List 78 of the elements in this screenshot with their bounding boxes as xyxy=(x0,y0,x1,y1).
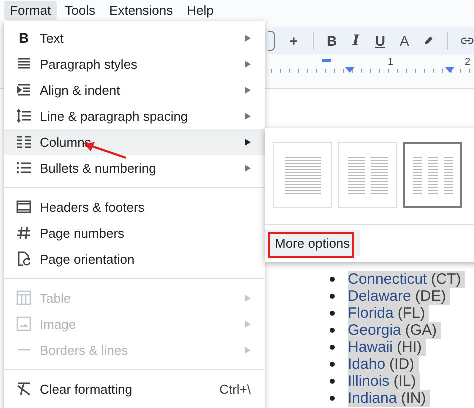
lines-icon xyxy=(16,56,32,72)
menu-item-label: Image xyxy=(40,316,78,332)
state-link[interactable]: Florida xyxy=(348,305,394,322)
table-icon xyxy=(16,290,32,306)
menu-item[interactable]: Paragraph styles xyxy=(4,51,265,77)
state-link[interactable]: Indiana xyxy=(348,390,398,407)
state-abbreviation: (CT) xyxy=(431,271,462,288)
shortcut-label: Ctrl+\ xyxy=(220,382,251,396)
menu-item-label: Columns xyxy=(40,134,92,150)
menu-item[interactable]: Bullets & numbering xyxy=(4,155,265,181)
state-link[interactable]: Delaware xyxy=(348,288,412,305)
bulleted-list-icon xyxy=(16,160,32,176)
state-abbreviation: (DE) xyxy=(415,288,446,305)
state-abbreviation: (IL) xyxy=(394,373,416,390)
menu-bar-item[interactable]: Format xyxy=(4,1,58,20)
bullet-icon xyxy=(330,396,335,401)
bullet-icon xyxy=(330,345,335,350)
image-icon xyxy=(16,316,32,332)
menu-item-label: Headers & footers xyxy=(40,200,146,214)
state-link[interactable]: Georgia xyxy=(348,322,402,339)
clear-format-icon xyxy=(16,381,32,397)
menu-item-label: Bullets & numbering xyxy=(40,160,158,176)
state-abbreviation: (ID) xyxy=(390,356,415,373)
bullet-icon xyxy=(330,362,335,367)
menu-bar-item[interactable]: Extensions xyxy=(104,1,180,20)
columns-icon xyxy=(16,134,32,150)
indent-marker-icon[interactable] xyxy=(322,59,331,62)
menu-item-label: Clear formatting xyxy=(40,382,134,396)
menu-item-label: Table xyxy=(40,290,72,306)
menu-item[interactable]: Headers & footers xyxy=(4,194,265,220)
hash-icon xyxy=(16,225,32,241)
state-abbreviation: (IN) xyxy=(401,390,426,407)
state-link[interactable]: Hawaii xyxy=(348,339,394,356)
bullet-icon xyxy=(330,328,335,333)
menu-item-label: Line & paragraph spacing xyxy=(40,108,190,124)
horizontal-line-icon xyxy=(18,349,30,351)
menu-item-label: Page orientation xyxy=(40,252,136,266)
line-spacing-icon xyxy=(16,108,32,124)
font-size-field[interactable] xyxy=(268,31,276,51)
header-footer-icon xyxy=(16,199,32,215)
menu-bar-item[interactable]: Tools xyxy=(59,1,102,20)
menu-item-label: Align & indent xyxy=(40,82,122,98)
bullet-icon xyxy=(330,294,335,299)
menu-item[interactable]: Line & paragraph spacing xyxy=(4,103,265,129)
bold-icon: B xyxy=(16,30,32,46)
toolbar-button[interactable]: + xyxy=(288,33,300,49)
menu-item[interactable]: B Text xyxy=(4,25,265,51)
menu-item-label: Borders & lines xyxy=(40,342,130,358)
state-link[interactable]: Illinois xyxy=(348,373,390,390)
toolbar-button[interactable]: B xyxy=(326,33,338,49)
state-link[interactable]: Connecticut xyxy=(348,271,428,288)
page-rotate-icon xyxy=(16,251,32,267)
bullet-icon xyxy=(330,277,335,282)
state-link[interactable]: Idaho xyxy=(348,356,386,373)
ruler-number: 2 xyxy=(465,57,471,68)
toolbar-button[interactable]: U xyxy=(374,33,386,49)
ruler-number: 1 xyxy=(388,57,394,68)
menu-item-label: Text xyxy=(40,30,65,46)
bullet-icon xyxy=(330,379,335,384)
menu-item-label: Page numbers xyxy=(40,226,126,240)
menu-bar-item[interactable]: Help xyxy=(181,1,220,20)
menu-item[interactable]: Align & indent xyxy=(4,77,265,103)
state-abbreviation: (GA) xyxy=(405,322,438,339)
menu-item[interactable]: Columns xyxy=(4,129,265,155)
menu-item[interactable]: Page orientation xyxy=(4,246,265,272)
bullet-icon xyxy=(330,311,335,316)
menu-item[interactable]: Page numbers xyxy=(4,220,265,246)
state-abbreviation: (FL) xyxy=(398,305,426,322)
link-icon[interactable] xyxy=(461,36,474,46)
indent-marker-icon[interactable] xyxy=(345,67,355,73)
state-abbreviation: (HI) xyxy=(397,339,422,356)
indent-icon xyxy=(16,82,32,98)
indent-marker-icon[interactable] xyxy=(445,67,455,73)
menu-item[interactable]: Clear formatting Ctrl+\ xyxy=(4,376,265,402)
column-layout-option[interactable] xyxy=(403,142,462,208)
toolbar-button[interactable]: A xyxy=(399,33,410,49)
menu-item-label: Paragraph styles xyxy=(40,56,139,72)
toolbar-button[interactable]: I xyxy=(350,33,362,49)
